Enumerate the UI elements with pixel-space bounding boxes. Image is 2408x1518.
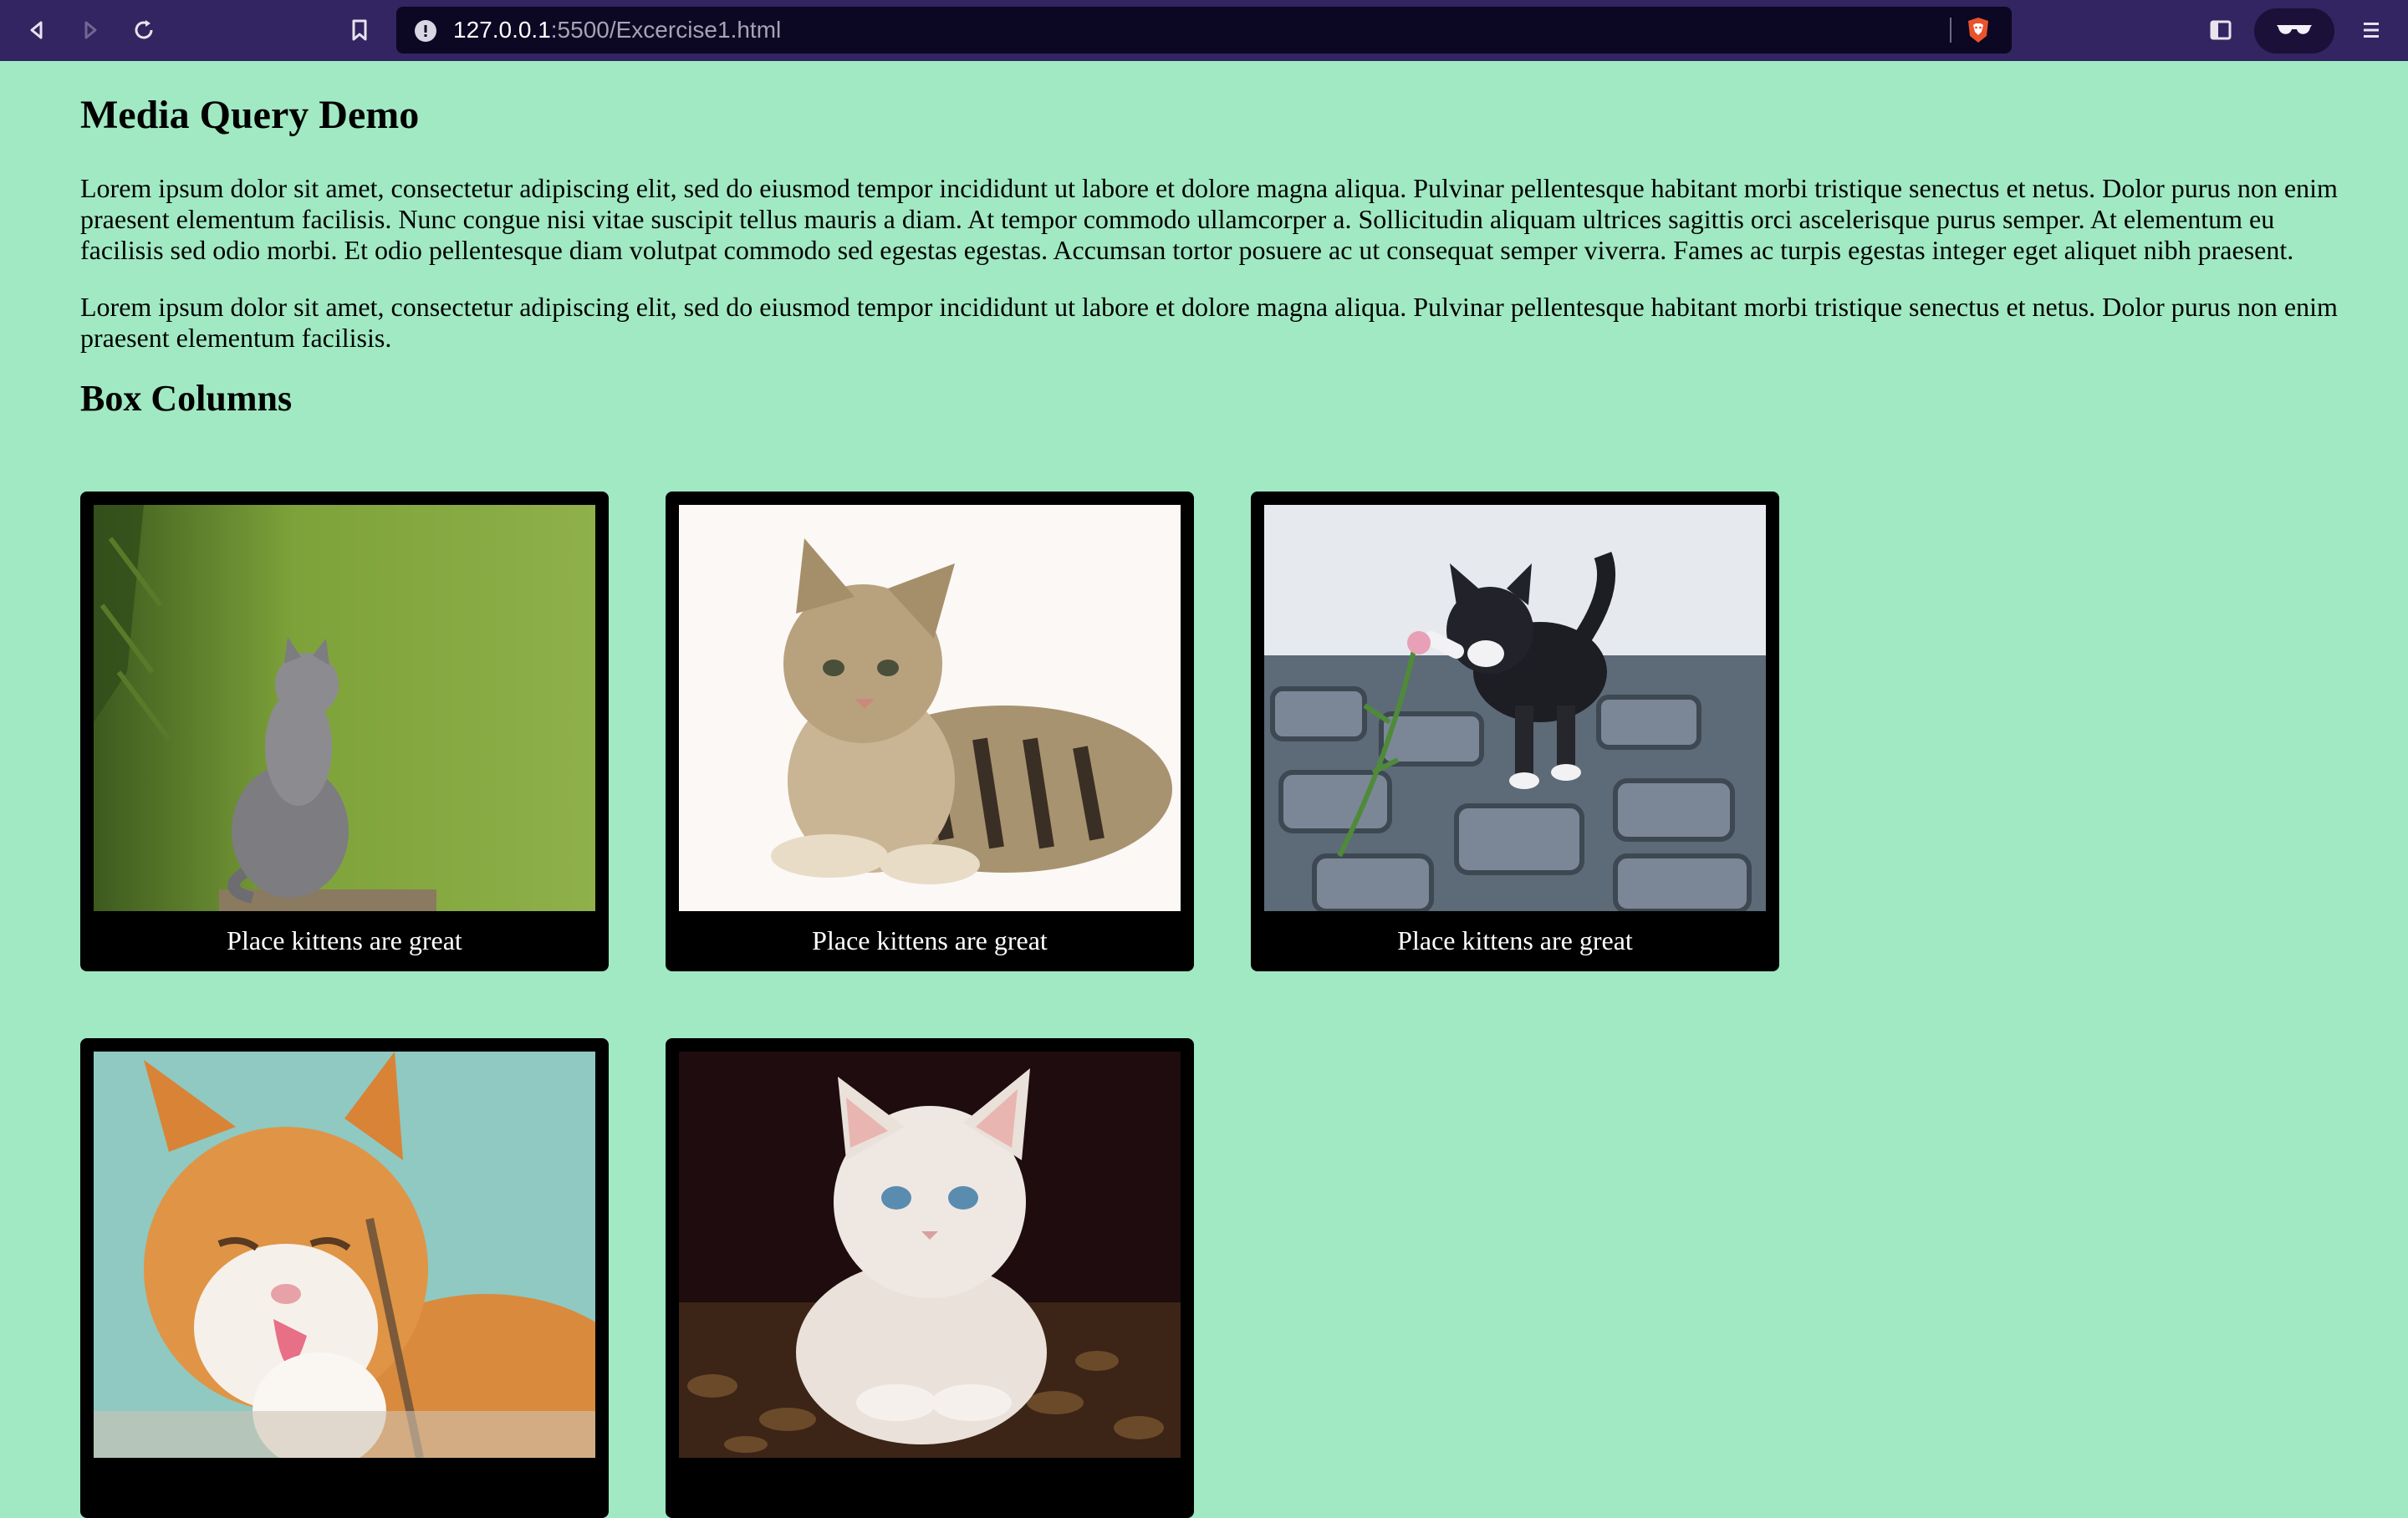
reload-icon[interactable] bbox=[125, 12, 162, 48]
kitten-photo bbox=[1264, 505, 1766, 911]
url-path: :5500/Excercise1.html bbox=[550, 17, 782, 43]
forward-icon[interactable] bbox=[72, 12, 109, 48]
reader-mode-icon[interactable] bbox=[2254, 8, 2334, 53]
kitten-card: Place kittens are great bbox=[666, 492, 1194, 971]
card-caption: Place kittens are great bbox=[227, 925, 462, 955]
kitten-photo bbox=[679, 505, 1181, 911]
info-icon[interactable] bbox=[415, 20, 436, 42]
kitten-photo bbox=[94, 1052, 595, 1458]
kitten-card: Place kittens are great bbox=[1251, 492, 1779, 971]
sidebar-icon[interactable] bbox=[2202, 12, 2239, 48]
brave-shield-icon[interactable] bbox=[1964, 16, 1992, 44]
address-divider bbox=[1950, 18, 1951, 43]
browser-toolbar: 127.0.0.1:5500/Excercise1.html bbox=[0, 0, 2408, 61]
kitten-photo bbox=[679, 1052, 1181, 1458]
url-host: 127.0.0.1 bbox=[453, 17, 551, 43]
back-icon[interactable] bbox=[18, 12, 55, 48]
address-bar[interactable]: 127.0.0.1:5500/Excercise1.html bbox=[396, 7, 2012, 53]
card-caption: Place kittens are great bbox=[812, 925, 1048, 955]
bookmark-icon[interactable] bbox=[341, 12, 378, 48]
paragraph-2: Lorem ipsum dolor sit amet, consectetur … bbox=[80, 292, 2338, 353]
section-title: Box Columns bbox=[80, 378, 293, 419]
kitten-card bbox=[80, 1038, 609, 1518]
url-text[interactable]: 127.0.0.1:5500/Excercise1.html bbox=[453, 7, 781, 53]
menu-icon[interactable] bbox=[2353, 12, 2390, 48]
kitten-card bbox=[666, 1038, 1194, 1518]
paragraph-1: Lorem ipsum dolor sit amet, consectetur … bbox=[80, 173, 2338, 265]
card-caption: Place kittens are great bbox=[1397, 925, 1633, 955]
kitten-card: Place kittens are great bbox=[80, 492, 609, 971]
page-title: Media Query Demo bbox=[80, 93, 420, 137]
kitten-photo bbox=[94, 505, 595, 911]
